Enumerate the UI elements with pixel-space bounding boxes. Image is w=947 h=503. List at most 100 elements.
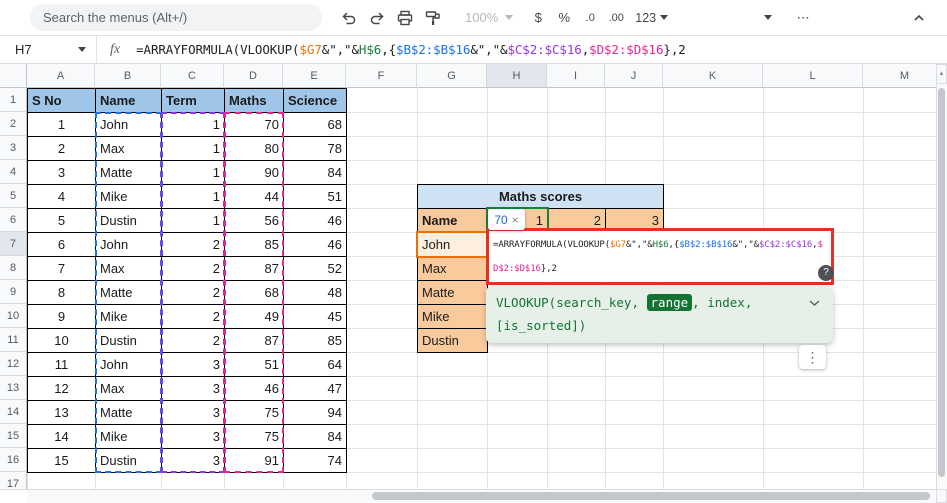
cell-E11[interactable]: 85 <box>283 328 347 353</box>
row-header-2[interactable]: 2 <box>0 112 27 136</box>
column-header-D[interactable]: D <box>224 64 283 88</box>
cell-G8[interactable]: Max <box>417 256 488 281</box>
cell-G6[interactable]: Name <box>417 208 488 233</box>
row-header-11[interactable]: 11 <box>0 328 27 352</box>
cell-A13[interactable]: 12 <box>27 376 96 401</box>
cell-C8[interactable]: 2 <box>161 256 225 281</box>
cell-D2[interactable]: 70 <box>224 112 284 137</box>
row-header-9[interactable]: 9 <box>0 280 27 304</box>
more-toolbar-button[interactable]: ⋯ <box>790 4 816 32</box>
cell-A2[interactable]: 1 <box>27 112 96 137</box>
row-header-6[interactable]: 6 <box>0 208 27 232</box>
cell-B9[interactable]: Matte <box>95 280 162 305</box>
hint-more-button[interactable]: ⋮ <box>799 345 826 369</box>
column-header-J[interactable]: J <box>605 64 663 88</box>
cell-B8[interactable]: Max <box>95 256 162 281</box>
formula-input[interactable]: =ARRAYFORMULA(VLOOKUP($G7&","&H$6,{$B$2:… <box>136 42 686 57</box>
column-header-L[interactable]: L <box>763 64 863 88</box>
cell-B5[interactable]: Mike <box>95 184 162 209</box>
cell-C1[interactable]: Term <box>161 88 225 113</box>
column-header-A[interactable]: A <box>27 64 95 88</box>
cell-D5[interactable]: 44 <box>224 184 284 209</box>
cell-C4[interactable]: 1 <box>161 160 225 185</box>
cell-C9[interactable]: 2 <box>161 280 225 305</box>
cell-D14[interactable]: 75 <box>224 400 284 425</box>
row-header-16[interactable]: 16 <box>0 448 27 472</box>
number-format-button[interactable]: 123 <box>635 11 669 25</box>
cell-C11[interactable]: 2 <box>161 328 225 353</box>
row-header-8[interactable]: 8 <box>0 256 27 280</box>
vertical-scroll-thumb[interactable] <box>938 88 945 477</box>
cell-D9[interactable]: 68 <box>224 280 284 305</box>
row-header-12[interactable]: 12 <box>0 352 27 376</box>
column-header-F[interactable]: F <box>346 64 417 88</box>
scroll-up-button[interactable]: ▲ <box>936 64 947 84</box>
cell-B16[interactable]: Dustin <box>95 448 162 473</box>
hint-collapse-button[interactable] <box>808 294 821 312</box>
column-header-H[interactable]: H <box>487 64 547 88</box>
format-currency-button[interactable]: $ <box>525 4 551 32</box>
cell-A16[interactable]: 15 <box>27 448 96 473</box>
cell-E2[interactable]: 68 <box>283 112 347 137</box>
cell-C3[interactable]: 1 <box>161 136 225 161</box>
cell-B2[interactable]: John <box>95 112 162 137</box>
cell-G9[interactable]: Matte <box>417 280 488 305</box>
cell-E16[interactable]: 74 <box>283 448 347 473</box>
column-header-K[interactable]: K <box>663 64 763 88</box>
cell-B15[interactable]: Mike <box>95 424 162 449</box>
cell-C16[interactable]: 3 <box>161 448 225 473</box>
format-percent-button[interactable]: % <box>551 4 577 32</box>
zoom-select[interactable]: 100% <box>465 10 514 25</box>
cell-A1[interactable]: S No <box>27 88 96 113</box>
row-header-3[interactable]: 3 <box>0 136 27 160</box>
cell-E7[interactable]: 46 <box>283 232 347 257</box>
horizontal-scroll-thumb[interactable] <box>372 492 930 500</box>
cell-C7[interactable]: 2 <box>161 232 225 257</box>
column-header-B[interactable]: B <box>95 64 161 88</box>
decrease-decimals-button[interactable]: .0 <box>577 4 603 32</box>
cell-A8[interactable]: 7 <box>27 256 96 281</box>
cell-B4[interactable]: Matte <box>95 160 162 185</box>
cell-C12[interactable]: 3 <box>161 352 225 377</box>
cell-D11[interactable]: 87 <box>224 328 284 353</box>
cell-E3[interactable]: 78 <box>283 136 347 161</box>
cell-E8[interactable]: 52 <box>283 256 347 281</box>
cell-A7[interactable]: 6 <box>27 232 96 257</box>
cell-D15[interactable]: 75 <box>224 424 284 449</box>
name-box[interactable]: H7 <box>0 36 97 63</box>
cell-A15[interactable]: 14 <box>27 424 96 449</box>
cell-C15[interactable]: 3 <box>161 424 225 449</box>
cell-C10[interactable]: 2 <box>161 304 225 329</box>
cell-B3[interactable]: Max <box>95 136 162 161</box>
cell-B10[interactable]: Mike <box>95 304 162 329</box>
cell-A3[interactable]: 2 <box>27 136 96 161</box>
cell-G10[interactable]: Mike <box>417 304 488 329</box>
redo-button[interactable] <box>363 4 391 32</box>
column-header-G[interactable]: G <box>417 64 487 88</box>
cell-D1[interactable]: Maths <box>224 88 284 113</box>
cell-G5[interactable]: Maths scores <box>417 184 664 209</box>
row-header-14[interactable]: 14 <box>0 400 27 424</box>
cell-E12[interactable]: 64 <box>283 352 347 377</box>
cell-G7[interactable]: John <box>417 232 488 257</box>
row-header-13[interactable]: 13 <box>0 376 27 400</box>
row-header-15[interactable]: 15 <box>0 424 27 448</box>
print-button[interactable] <box>391 4 419 32</box>
cell-B14[interactable]: Matte <box>95 400 162 425</box>
cell-D8[interactable]: 87 <box>224 256 284 281</box>
cell-editor[interactable]: =ARRAYFORMULA(VLOOKUP($G7&","&H$6,{$B$2:… <box>486 228 834 285</box>
cell-D13[interactable]: 46 <box>224 376 284 401</box>
cell-B12[interactable]: John <box>95 352 162 377</box>
cell-A4[interactable]: 3 <box>27 160 96 185</box>
hide-menus-button[interactable] <box>905 4 933 32</box>
column-header-M[interactable]: M <box>863 64 947 88</box>
increase-decimals-button[interactable]: .00 <box>603 4 629 32</box>
cell-G11[interactable]: Dustin <box>417 328 488 353</box>
column-header-I[interactable]: I <box>547 64 605 88</box>
column-header-C[interactable]: C <box>161 64 224 88</box>
cell-D12[interactable]: 51 <box>224 352 284 377</box>
formula-help-button[interactable]: ? <box>818 265 834 281</box>
cell-C14[interactable]: 3 <box>161 400 225 425</box>
cell-D7[interactable]: 85 <box>224 232 284 257</box>
cell-A11[interactable]: 10 <box>27 328 96 353</box>
